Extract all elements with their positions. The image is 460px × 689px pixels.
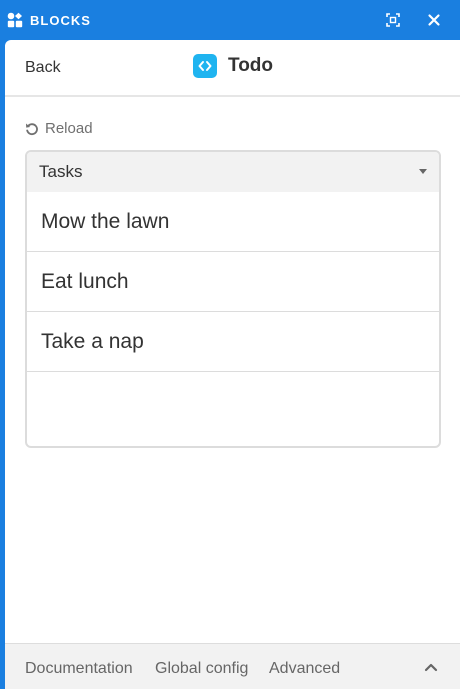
blocks-title: BLOCKS — [30, 13, 91, 28]
block-title-group: Todo — [193, 54, 273, 78]
block-footer: Documentation Global config Advanced — [5, 643, 460, 689]
task-list-empty-area — [27, 372, 439, 446]
chevron-up-icon[interactable] — [423, 661, 439, 673]
reload-label: Reload — [45, 120, 93, 137]
task-item: Take a nap — [27, 312, 439, 372]
reload-button[interactable]: Reload — [25, 120, 93, 137]
expand-icon[interactable] — [384, 11, 402, 29]
block-header: Back Todo — [5, 40, 460, 97]
table-select-value: Tasks — [39, 162, 83, 181]
global-config-link[interactable]: Global config — [155, 660, 248, 678]
blocks-topbar: BLOCKS — [0, 0, 460, 40]
caret-down-icon — [419, 169, 427, 174]
code-brackets-icon — [193, 54, 217, 78]
task-list-box: Tasks Mow the lawn Eat lunch Take a nap — [25, 150, 441, 448]
task-item: Eat lunch — [27, 252, 439, 312]
documentation-link[interactable]: Documentation — [25, 660, 133, 678]
task-item: Mow the lawn — [27, 192, 439, 252]
task-item-label: Take a nap — [41, 329, 144, 353]
page-title: Todo — [228, 55, 274, 76]
reload-icon — [26, 122, 38, 135]
blocks-window: BLOCKS Back Todo Reload Tasks Mow the la… — [0, 0, 460, 689]
task-item-label: Mow the lawn — [41, 209, 170, 233]
back-button[interactable]: Back — [25, 59, 61, 77]
close-icon[interactable] — [425, 11, 443, 29]
advanced-link[interactable]: Advanced — [269, 660, 340, 678]
task-item-label: Eat lunch — [41, 269, 129, 293]
table-select[interactable]: Tasks — [27, 152, 439, 192]
block-panel: Back Todo Reload Tasks Mow the lawn Eat … — [5, 40, 460, 689]
blocks-logo-icon — [7, 12, 23, 28]
